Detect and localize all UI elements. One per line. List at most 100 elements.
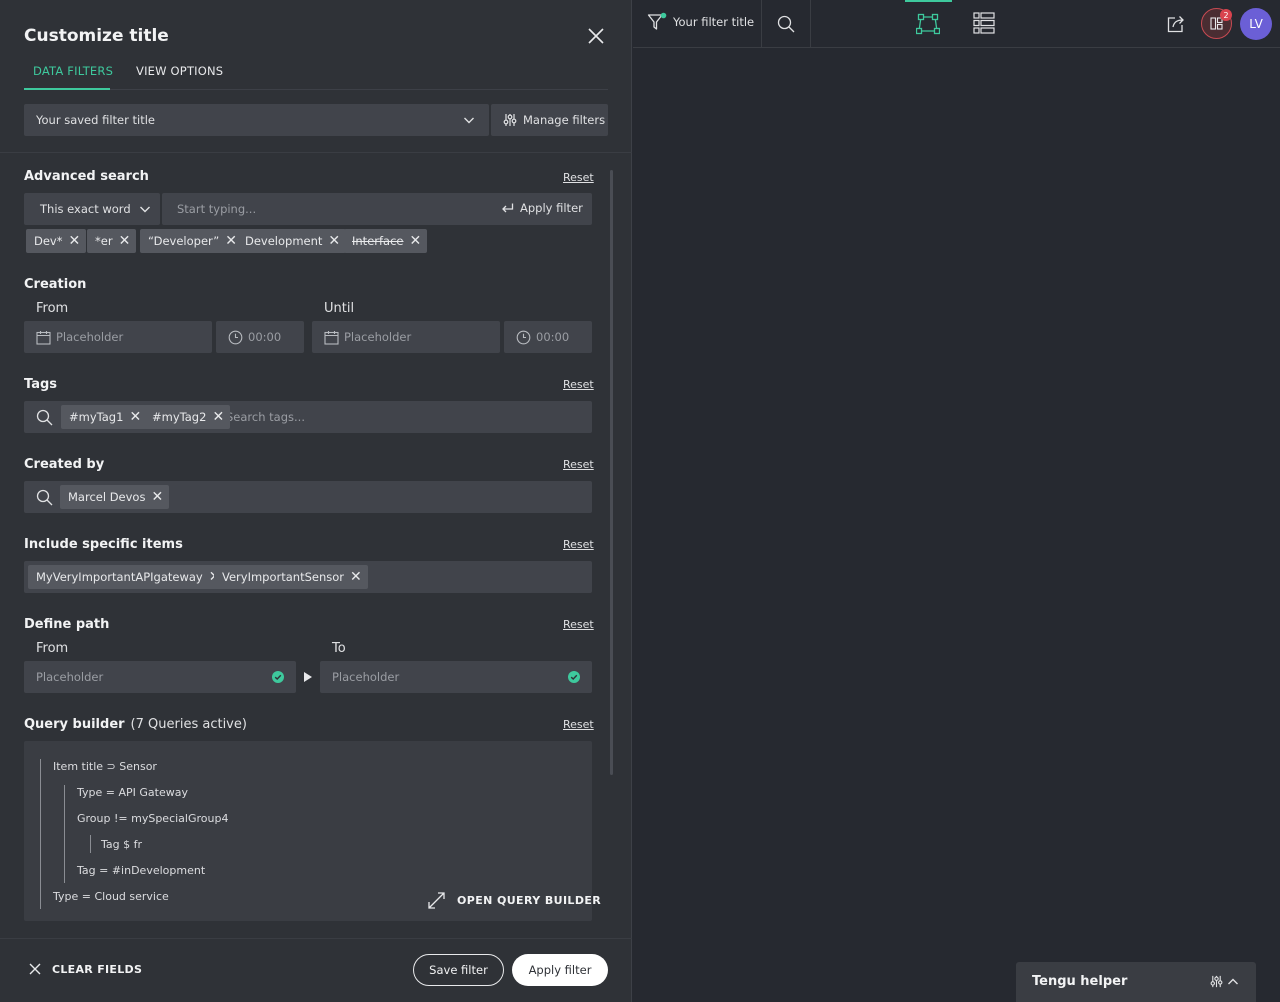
expand-icon <box>428 892 445 909</box>
filter-panel: Customize title DATA FILTERS VIEW OPTION… <box>0 0 632 1002</box>
path-from-input[interactable]: Placeholder <box>24 661 296 693</box>
tags-title: Tags <box>24 377 58 392</box>
enter-icon <box>502 203 514 212</box>
creation-until-time[interactable]: 00:00 <box>504 321 592 353</box>
remove-icon[interactable]: ✕ <box>69 234 81 248</box>
path-from-placeholder: Placeholder <box>36 670 104 684</box>
include-items-title: Include specific items <box>24 537 183 552</box>
remove-icon[interactable]: ✕ <box>410 234 422 248</box>
apply-search-button[interactable]: Apply filter <box>501 201 583 215</box>
tag-chip[interactable]: #myTag1 ✕ <box>61 405 148 429</box>
time-placeholder: 00:00 <box>248 330 282 344</box>
graph-view-button[interactable] <box>915 13 941 39</box>
apply-filter-button[interactable]: Apply filter <box>512 954 608 986</box>
match-mode-select[interactable]: This exact word <box>24 193 160 225</box>
search-chip-excluded[interactable]: Interface ✕ <box>344 229 428 253</box>
check-circle-icon <box>272 671 284 683</box>
chip-label: Marcel Devos <box>68 490 146 504</box>
time-placeholder: 00:00 <box>536 330 570 344</box>
clear-fields-button[interactable]: CLEAR FIELDS <box>28 962 142 976</box>
query-line: Tag $ fr <box>101 838 143 851</box>
chevron-up-icon[interactable] <box>1227 976 1239 988</box>
remove-icon[interactable]: ✕ <box>225 234 237 248</box>
remove-icon[interactable]: ✕ <box>350 570 362 584</box>
saved-filter-value: Your saved filter title <box>36 113 155 127</box>
chip-label: Interface <box>352 234 404 248</box>
query-builder-label: Query builder <box>24 717 125 732</box>
query-line: Type = API Gateway <box>77 786 188 799</box>
search-chip[interactable]: Dev* ✕ <box>26 229 87 253</box>
tab-data-filters[interactable]: DATA FILTERS <box>33 64 113 78</box>
close-button[interactable] <box>584 24 608 48</box>
item-chip[interactable]: VeryImportantSensor ✕ <box>214 565 368 589</box>
creation-from-date[interactable]: Placeholder <box>24 321 212 353</box>
search-chip[interactable]: “Developer” ✕ <box>140 229 243 253</box>
remove-icon[interactable]: ✕ <box>129 410 141 424</box>
helper-title: Tengu helper <box>1032 974 1128 989</box>
save-filter-button[interactable]: Save filter <box>413 954 504 986</box>
search-chip[interactable]: *er ✕ <box>87 229 137 253</box>
open-query-builder-button[interactable]: OPEN QUERY BUILDER <box>428 892 601 909</box>
remove-icon[interactable]: ✕ <box>212 410 224 424</box>
query-line: Group != mySpecialGroup4 <box>77 812 229 825</box>
item-chip[interactable]: MyVeryImportantAPIgateway✕ <box>28 565 227 589</box>
path-to-placeholder: Placeholder <box>332 670 400 684</box>
date-placeholder: Placeholder <box>344 330 412 344</box>
chevron-down-icon <box>139 206 150 213</box>
advanced-search-title: Advanced search <box>24 169 149 184</box>
saved-filter-select[interactable]: Your saved filter title <box>24 104 489 136</box>
share-button[interactable] <box>1167 15 1185 37</box>
match-mode-value: This exact word <box>40 202 131 216</box>
list-view-icon <box>973 12 995 34</box>
search-icon <box>36 409 53 426</box>
include-items-reset[interactable]: Reset <box>563 538 594 551</box>
created-by-reset[interactable]: Reset <box>563 458 594 471</box>
remove-icon[interactable]: ✕ <box>328 234 340 248</box>
chip-label: “Developer” <box>148 234 220 248</box>
topbar-divider <box>761 0 762 48</box>
clock-icon <box>516 330 531 344</box>
filter-title-label: Your filter title <box>673 15 755 29</box>
path-to-input[interactable]: Placeholder <box>320 661 592 693</box>
tag-chip[interactable]: #myTag2 ✕ <box>144 405 231 429</box>
manage-filters-button[interactable]: Manage filters <box>491 104 608 136</box>
avatar[interactable]: LV <box>1240 8 1272 40</box>
filter-title-button[interactable]: Your filter title <box>647 12 754 32</box>
tags-reset[interactable]: Reset <box>563 378 594 391</box>
active-tab-indicator <box>24 88 110 90</box>
query-tree-line <box>40 759 41 909</box>
notification-badge: 2 <box>1220 9 1232 21</box>
query-tree-line <box>90 835 91 853</box>
clock-icon <box>228 330 243 344</box>
close-icon <box>29 963 41 975</box>
search-button[interactable] <box>777 15 795 37</box>
list-view-button[interactable] <box>973 12 995 38</box>
search-icon <box>777 15 795 33</box>
creation-from-time[interactable]: 00:00 <box>216 321 304 353</box>
tab-view-options[interactable]: VIEW OPTIONS <box>136 64 223 78</box>
search-input[interactable]: Start typing... Apply filter <box>162 193 592 225</box>
chip-label: #myTag2 <box>152 410 207 424</box>
remove-icon[interactable]: ✕ <box>119 234 131 248</box>
manage-filters-label: Manage filters <box>523 113 606 127</box>
tengu-helper[interactable]: Tengu helper <box>1016 962 1256 1002</box>
advanced-search-reset[interactable]: Reset <box>563 171 594 184</box>
path-from-label: From <box>36 641 69 656</box>
creation-until-date[interactable]: Placeholder <box>312 321 500 353</box>
search-chip[interactable]: Development ✕ <box>237 229 347 253</box>
query-builder-reset[interactable]: Reset <box>563 718 594 731</box>
scrollbar[interactable] <box>610 170 613 775</box>
panel-header: Customize title DATA FILTERS VIEW OPTION… <box>0 0 632 90</box>
define-path-title: Define path <box>24 617 110 632</box>
sliders-icon[interactable] <box>1210 975 1223 988</box>
user-chip[interactable]: Marcel Devos ✕ <box>60 485 170 509</box>
apply-search-label: Apply filter <box>520 201 583 215</box>
query-line: Type = Cloud service <box>53 890 169 903</box>
tags-placeholder: Search tags... <box>226 410 305 424</box>
panel-title: Customize title <box>24 26 169 46</box>
chip-label: Development <box>245 234 323 248</box>
clear-fields-label: CLEAR FIELDS <box>52 962 143 976</box>
define-path-reset[interactable]: Reset <box>563 618 594 631</box>
remove-icon[interactable]: ✕ <box>151 490 163 504</box>
chip-label: *er <box>95 234 113 248</box>
